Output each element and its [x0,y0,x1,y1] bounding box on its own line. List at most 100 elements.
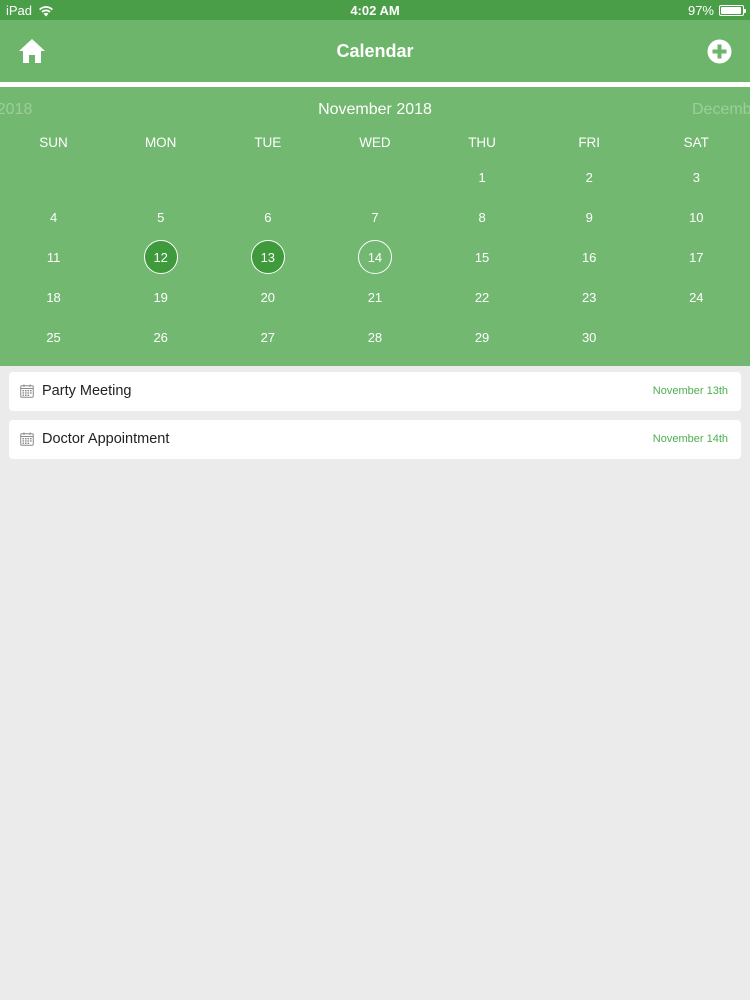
week-row: 25 26 27 28 29 30 [0,317,750,357]
day-cell[interactable]: 11 [0,237,107,277]
day-number: 21 [367,289,383,305]
day-cell[interactable]: 21 [321,277,428,317]
day-cell-with-event[interactable]: 12 [107,237,214,277]
day-number: 22 [474,289,490,305]
day-cell [643,317,750,357]
day-cell[interactable]: 1 [429,157,536,197]
week-row: 4 5 6 7 8 9 10 [0,197,750,237]
weekday-label: SUN [39,135,68,150]
day-cell[interactable]: 25 [0,317,107,357]
day-cell [321,157,428,197]
event-date: November 13th [652,385,728,397]
day-number: 26 [153,329,168,345]
day-number: 12 [143,240,178,274]
day-cell-with-event[interactable]: 13 [214,237,321,277]
weekday-label: SAT [683,135,709,150]
day-cell[interactable]: 24 [643,277,750,317]
day-number: 6 [264,209,272,225]
day-number: 4 [49,209,58,225]
day-number: 29 [474,329,490,345]
day-cell[interactable]: 16 [536,237,643,277]
day-cell[interactable]: 22 [429,277,536,317]
day-cell[interactable]: 28 [321,317,428,357]
weekday-label: MON [144,135,177,150]
event-title: Doctor Appointment [42,431,170,447]
day-cell[interactable]: 3 [643,157,750,197]
day-cell[interactable]: 29 [429,317,536,357]
day-number [358,160,392,194]
day-cell[interactable]: 20 [214,277,321,317]
day-number: 15 [474,249,490,265]
day-number: 30 [581,329,597,345]
day-number [144,160,178,194]
status-time: 4:02 AM [350,3,400,18]
calendar-icon [20,432,34,446]
event-date: November 14th [652,433,728,445]
day-number: 18 [46,289,61,305]
day-number: 9 [585,209,593,225]
calendar-icon [20,384,34,398]
event-item[interactable]: Party Meeting November 13th [9,372,741,411]
day-cell[interactable]: 2 [536,157,643,197]
add-circle-icon[interactable] [707,39,732,64]
day-cell [214,157,321,197]
day-number: 23 [581,289,597,305]
weekday-label: TUE [254,135,282,150]
day-cell [107,157,214,197]
day-cell[interactable]: 6 [214,197,321,237]
day-cell-today[interactable]: 14 [321,237,428,277]
battery-percent: 97% [687,3,714,18]
day-number: 24 [689,289,704,305]
weekday-label: FRI [578,135,601,150]
day-number: 8 [478,209,486,225]
day-cell[interactable]: 23 [536,277,643,317]
day-cell[interactable]: 5 [107,197,214,237]
day-number: 20 [260,289,276,305]
day-number [251,160,285,194]
day-number: 27 [260,329,276,345]
day-number: 16 [581,249,597,265]
day-number: 19 [153,289,168,305]
page-title: Calendar [336,41,414,61]
week-row: 18 19 20 21 22 23 24 [0,277,750,317]
day-cell[interactable]: 15 [429,237,536,277]
event-item[interactable]: Doctor Appointment November 14th [9,420,741,459]
day-grid: 1 2 3 4 5 6 7 8 9 10 11 12 13 14 15 16 1… [0,157,750,357]
status-bar: iPad 4:02 AM 97% [0,0,750,20]
day-number: 11 [46,249,61,265]
nav-bar: Calendar [0,20,750,82]
day-number [37,160,71,194]
day-cell[interactable]: 19 [107,277,214,317]
day-number: 3 [692,169,700,185]
day-number: 7 [371,209,379,225]
week-row: 11 12 13 14 15 16 17 [0,237,750,277]
day-number: 13 [250,240,285,274]
day-number: 5 [157,209,165,225]
day-cell[interactable]: 18 [0,277,107,317]
weekday-label: THU [468,135,496,150]
event-title: Party Meeting [42,383,132,399]
day-cell[interactable]: 9 [536,197,643,237]
week-row: 1 2 3 [0,157,750,197]
day-number [679,320,713,354]
day-cell[interactable]: 17 [643,237,750,277]
day-number: 14 [357,240,392,274]
day-number: 28 [367,329,383,345]
day-cell[interactable]: 8 [429,197,536,237]
day-cell[interactable]: 27 [214,317,321,357]
day-cell[interactable]: 7 [321,197,428,237]
weekday-header: SUN MON TUE WED THU FRI SAT [0,135,750,150]
month-title: November 2018 [318,101,432,118]
day-number: 1 [478,169,486,185]
day-number: 25 [46,329,61,345]
day-cell[interactable]: 26 [107,317,214,357]
day-cell[interactable]: 4 [0,197,107,237]
month-calendar: r 2018 November 2018 Decemb SUN MON TUE … [0,87,750,366]
day-cell[interactable]: 10 [643,197,750,237]
day-cell [0,157,107,197]
day-cell[interactable]: 30 [536,317,643,357]
day-number: 10 [689,209,704,225]
battery-icon [719,5,746,16]
next-month-label[interactable]: Decemb [692,101,750,119]
day-number: 17 [689,249,704,265]
